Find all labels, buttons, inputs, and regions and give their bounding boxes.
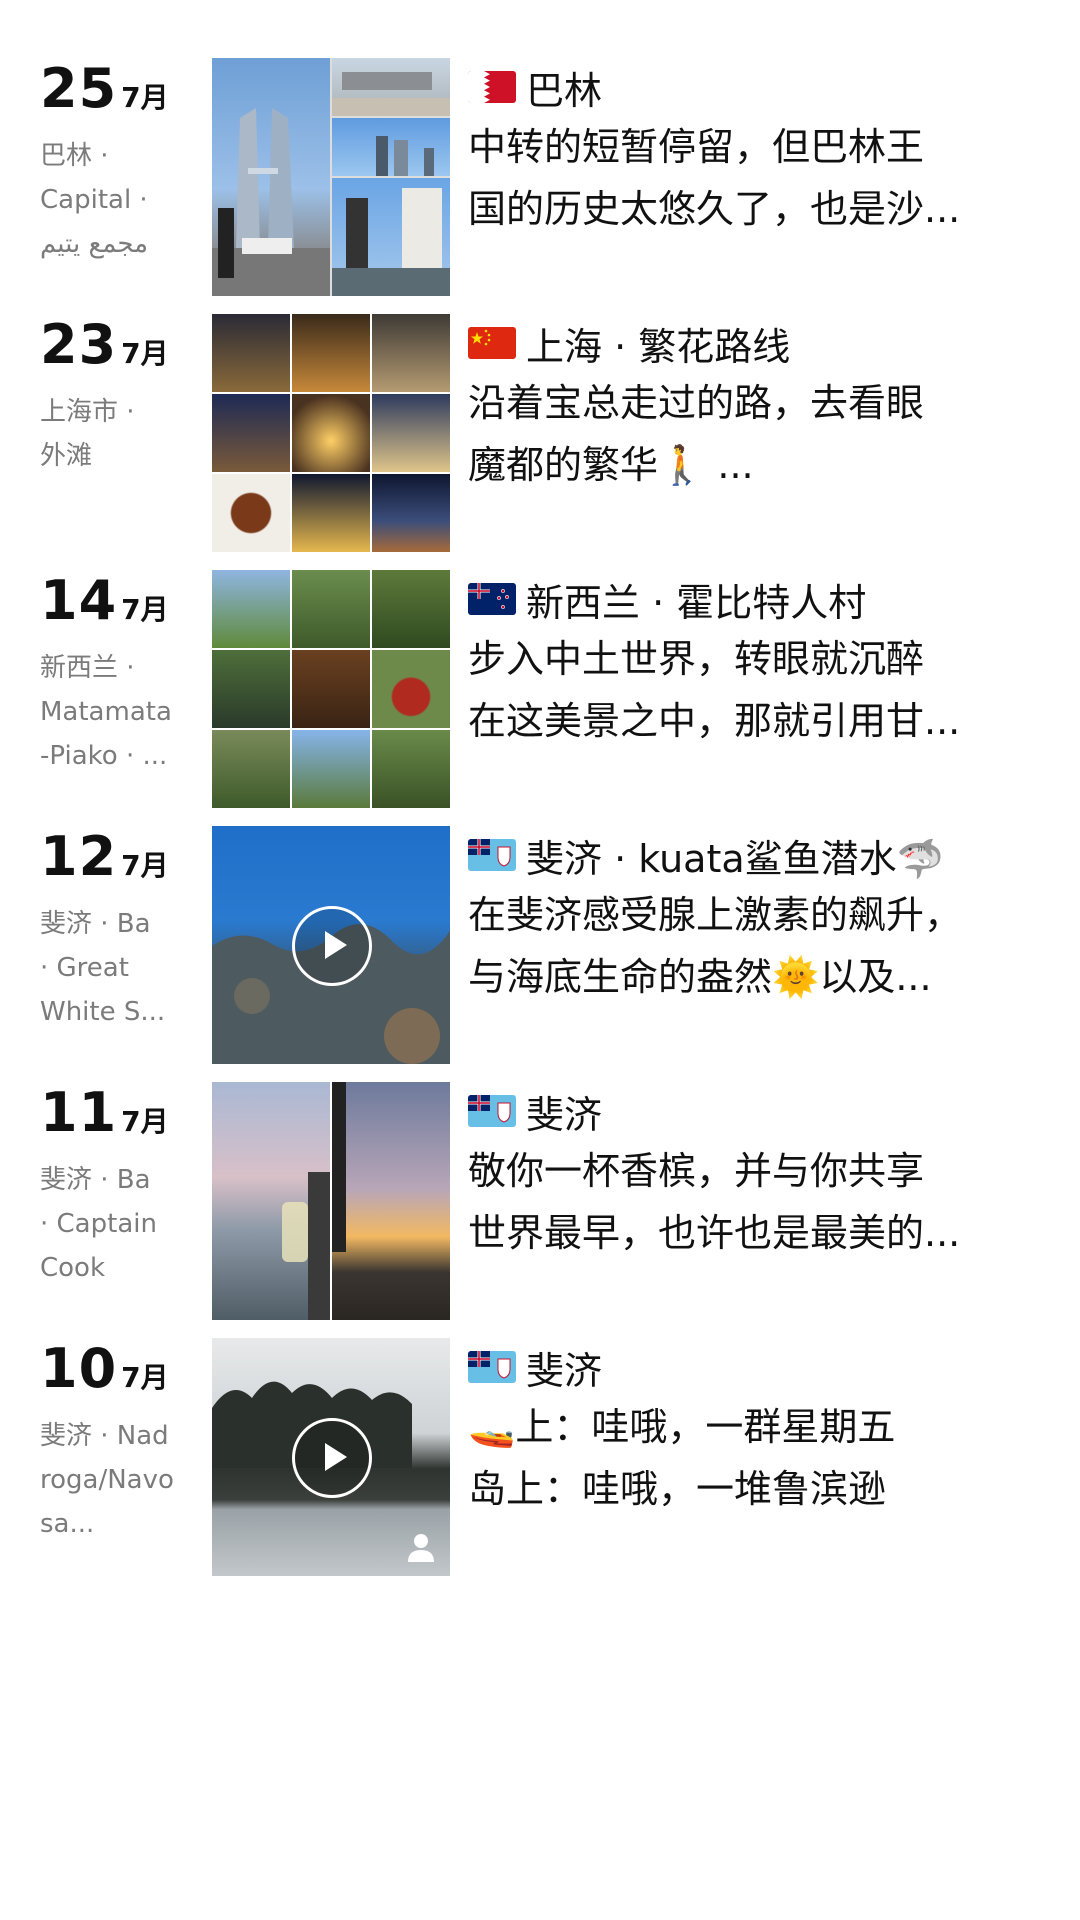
post-title: 斐济	[526, 1348, 603, 1393]
post-title: 上海 · 繁花路线	[526, 324, 791, 369]
post-text-line: 在这美景之中，那就引用甘...	[468, 699, 961, 743]
post-text-line: 世界最早，也许也是最美的...	[468, 1211, 961, 1255]
photo-grid[interactable]	[212, 314, 450, 552]
post-text-line: 与海底生命的盎然🌞以及...	[468, 955, 932, 999]
post-content[interactable]: 上海 · 繁花路线 沿着宝总走过的路，去看眼 魔都的繁华🚶 ...	[468, 314, 1048, 496]
photo-thumbnail[interactable]	[212, 314, 290, 392]
post-item[interactable]: 25 7月 巴林 · Capital · مجمع يتيم 巴林 中转的短暂停…	[0, 58, 1080, 298]
bahrain-flag-icon	[468, 71, 516, 103]
photo-thumbnail[interactable]	[212, 650, 290, 728]
post-text-line: 步入中土世界，转眼就沉醉	[468, 637, 925, 681]
photo-collage[interactable]	[212, 1082, 450, 1320]
post-title: 巴林	[526, 68, 603, 113]
post-location: 斐济 · Ba · Captain Cook	[40, 1165, 157, 1283]
post-text-line: 🚤上：哇哦，一群星期五	[468, 1405, 896, 1449]
post-day: 23	[40, 313, 118, 376]
post-text-line: 敬你一杯香槟，并与你共享	[468, 1149, 925, 1193]
photo-collage[interactable]	[212, 58, 450, 296]
photo-thumbnail[interactable]	[372, 314, 450, 392]
photo-thumbnail[interactable]	[212, 570, 290, 648]
new-zealand-flag-icon	[468, 583, 516, 615]
photo-thumbnail[interactable]	[292, 314, 370, 392]
post-text-line: 在斐济感受腺上激素的飙升，	[468, 893, 963, 937]
post-month: 7月	[121, 1361, 169, 1394]
post-day: 12	[40, 825, 118, 888]
fiji-flag-icon	[468, 1351, 516, 1383]
video-thumbnail[interactable]	[212, 1338, 450, 1576]
post-day: 11	[40, 1081, 118, 1144]
photo-thumbnail[interactable]	[292, 570, 370, 648]
post-text-line: 中转的短暂停留，但巴林王	[468, 125, 925, 169]
photo-thumbnail[interactable]	[372, 394, 450, 472]
post-location: 上海市 · 外滩	[40, 397, 135, 471]
post-location: 新西兰 · Matamata -Piako · ...	[40, 653, 172, 771]
post-date: 11 7月 斐济 · Ba · Captain Cook	[40, 1082, 190, 1290]
post-day: 10	[40, 1337, 118, 1400]
photo-thumbnail[interactable]	[372, 474, 450, 552]
play-icon[interactable]	[292, 1418, 372, 1498]
photo-thumbnail[interactable]	[372, 730, 450, 808]
video-thumbnail[interactable]	[212, 826, 450, 1064]
play-icon[interactable]	[292, 906, 372, 986]
post-text-line: 岛上：哇哦，一堆鲁滨逊	[468, 1467, 887, 1511]
photo-thumbnail[interactable]	[332, 178, 450, 296]
photo-thumbnail[interactable]	[292, 650, 370, 728]
fiji-flag-icon	[468, 1095, 516, 1127]
post-content[interactable]: 新西兰 · 霍比特人村 步入中土世界，转眼就沉醉 在这美景之中，那就引用甘...	[468, 570, 1048, 752]
photo-thumbnail[interactable]	[372, 650, 450, 728]
post-location: 斐济 · Ba · Great White S...	[40, 909, 166, 1027]
post-month: 7月	[121, 593, 169, 626]
post-text-line: 魔都的繁华🚶 ...	[468, 443, 754, 487]
post-month: 7月	[121, 337, 169, 370]
fiji-flag-icon	[468, 839, 516, 871]
post-month: 7月	[121, 849, 169, 882]
photo-thumbnail[interactable]	[332, 118, 450, 176]
post-month: 7月	[121, 81, 169, 114]
post-item[interactable]: 14 7月 新西兰 · Matamata -Piako · ... 新西兰 · …	[0, 570, 1080, 810]
post-title: 斐济 · kuata鲨鱼潜水🦈	[526, 836, 944, 881]
post-title: 新西兰 · 霍比特人村	[526, 580, 867, 625]
photo-thumbnail[interactable]	[212, 730, 290, 808]
photo-grid[interactable]	[212, 570, 450, 808]
post-content[interactable]: 斐济 · kuata鲨鱼潜水🦈 在斐济感受腺上激素的飙升， 与海底生命的盎然🌞以…	[468, 826, 1048, 1008]
post-location: 巴林 · Capital · مجمع يتيم	[40, 141, 149, 259]
photo-thumbnail[interactable]	[292, 474, 370, 552]
post-date: 14 7月 新西兰 · Matamata -Piako · ...	[40, 570, 190, 778]
post-text-line: 国的历史太悠久了，也是沙...	[468, 187, 961, 231]
photo-thumbnail[interactable]	[212, 394, 290, 472]
post-text-line: 沿着宝总走过的路，去看眼	[468, 381, 925, 425]
post-item[interactable]: 10 7月 斐济 · Nad roga/Navo sa... 斐济 🚤上：哇哦，…	[0, 1338, 1080, 1578]
photo-thumbnail[interactable]	[212, 1082, 330, 1320]
post-item[interactable]: 11 7月 斐济 · Ba · Captain Cook 斐济 敬你一杯香槟，并…	[0, 1082, 1080, 1322]
post-content[interactable]: 斐济 敬你一杯香槟，并与你共享 世界最早，也许也是最美的...	[468, 1082, 1048, 1264]
post-location: 斐济 · Nad roga/Navo sa...	[40, 1421, 174, 1539]
post-date: 10 7月 斐济 · Nad roga/Navo sa...	[40, 1338, 190, 1546]
photo-thumbnail[interactable]	[332, 1082, 450, 1320]
photo-thumbnail[interactable]	[292, 730, 370, 808]
post-date: 12 7月 斐济 · Ba · Great White S...	[40, 826, 190, 1034]
post-date: 25 7月 巴林 · Capital · مجمع يتيم	[40, 58, 190, 266]
post-day: 14	[40, 569, 118, 632]
post-content[interactable]: 巴林 中转的短暂停留，但巴林王 国的历史太悠久了，也是沙...	[468, 58, 1048, 240]
china-flag-icon	[468, 327, 516, 359]
photo-thumbnail[interactable]	[212, 58, 330, 296]
post-content[interactable]: 斐济 🚤上：哇哦，一群星期五 岛上：哇哦，一堆鲁滨逊	[468, 1338, 1048, 1520]
post-item[interactable]: 23 7月 上海市 · 外滩 上海 · 繁花路线 沿着宝总走过的路，去看眼 魔都…	[0, 314, 1080, 554]
private-visibility-icon	[408, 1534, 434, 1562]
photo-thumbnail[interactable]	[292, 394, 370, 472]
post-month: 7月	[121, 1105, 169, 1138]
post-item[interactable]: 12 7月 斐济 · Ba · Great White S... 斐济 · ku…	[0, 826, 1080, 1066]
photo-thumbnail[interactable]	[212, 474, 290, 552]
photo-thumbnail[interactable]	[332, 58, 450, 116]
post-day: 25	[40, 57, 118, 120]
photo-thumbnail[interactable]	[372, 570, 450, 648]
post-date: 23 7月 上海市 · 外滩	[40, 314, 190, 478]
post-title: 斐济	[526, 1092, 603, 1137]
